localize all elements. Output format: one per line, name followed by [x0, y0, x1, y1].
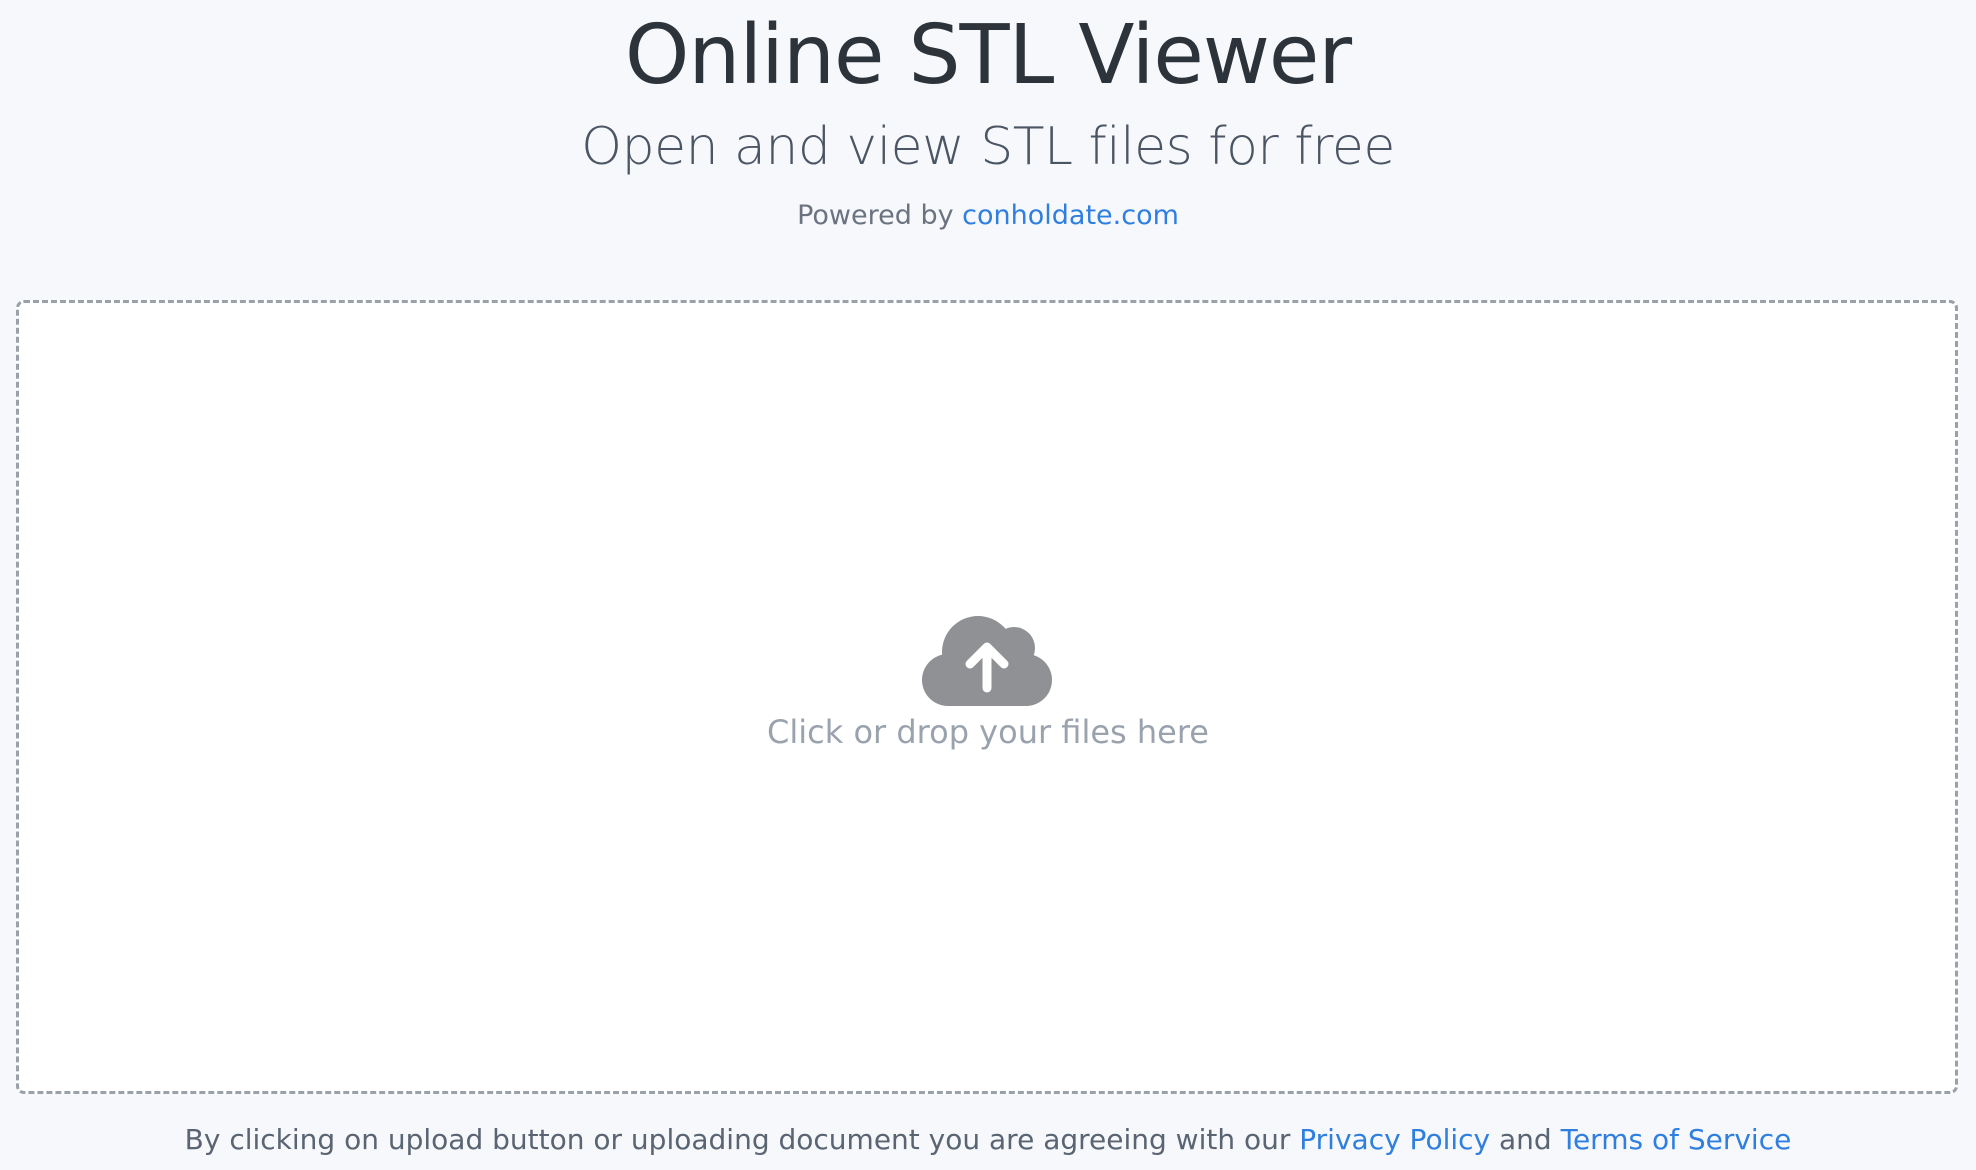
powered-by-label: Powered by [797, 200, 954, 231]
privacy-policy-link[interactable]: Privacy Policy [1299, 1123, 1490, 1156]
page-title: Online STL Viewer [624, 8, 1352, 103]
powered-by: Powered by conholdate.com [0, 198, 1976, 234]
page-subtitle: Open and view STL files for free [581, 117, 1395, 177]
conholdate-link[interactable]: conholdate.com [962, 200, 1179, 231]
terms-notice-text: By clicking on upload button or uploadin… [184, 1123, 1291, 1156]
page: Online STL Viewer Open and view STL file… [0, 0, 1976, 1170]
terms-notice: By clicking on upload button or uploadin… [0, 1120, 1976, 1160]
drop-instructions[interactable]: Click or drop your files here [0, 711, 1976, 753]
terms-notice-and: and [1499, 1123, 1552, 1156]
terms-of-service-link[interactable]: Terms of Service [1561, 1123, 1792, 1156]
cloud-upload-icon[interactable] [922, 612, 1052, 706]
